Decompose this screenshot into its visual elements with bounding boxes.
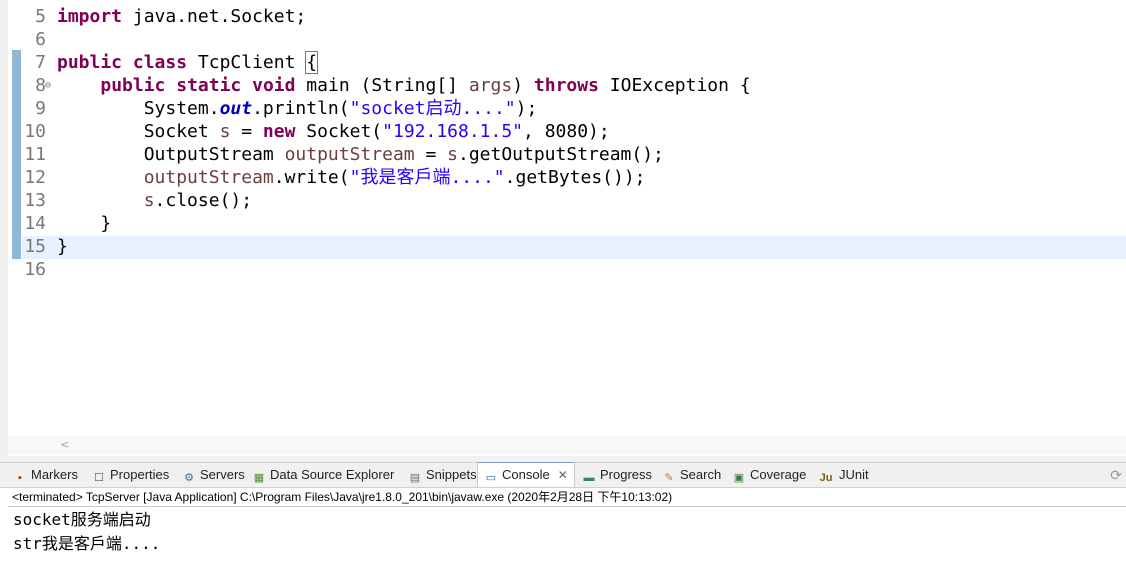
console-divider (8, 506, 1126, 507)
console-process-description: <terminated> TcpServer [Java Application… (12, 490, 673, 504)
line-number: 12 (24, 167, 46, 188)
tab-label: Markers (31, 467, 78, 482)
line-number: 7 (35, 52, 46, 73)
progress-icon: ▬ (583, 472, 595, 484)
code-text: outputStream.write("我是客戶端....".getBytes(… (143, 167, 646, 188)
snippets-icon: ▤ (409, 472, 421, 484)
tab-label: Data Source Explorer (270, 467, 395, 482)
code-line[interactable]: 7 public class TcpClient { (0, 51, 1126, 74)
code-line[interactable]: 12 outputStream.write("我是客戶端....".getByt… (0, 166, 1126, 189)
line-number: 6 (35, 29, 46, 50)
tab-label: Console (502, 467, 550, 482)
code-line[interactable]: 8 ⊖ public static void main (String[] arg… (0, 74, 1126, 97)
tab-servers[interactable]: ⚙ Servers (182, 463, 245, 487)
properties-icon: ☐ (94, 472, 104, 484)
console-output-line: str我是客戶端.... (13, 534, 161, 553)
tab-label: JUnit (839, 467, 869, 482)
console-view[interactable]: <terminated> TcpServer [Java Application… (0, 487, 1126, 588)
tab-label: Search (680, 467, 722, 482)
servers-icon: ⚙ (184, 472, 194, 484)
line-number: 10 (24, 121, 46, 142)
code-text: s.close(); (143, 190, 253, 211)
code-text: public class TcpClient { (57, 51, 319, 74)
data-source-icon: ▦ (253, 472, 265, 484)
console-output-line: socket服务端启动 (13, 510, 151, 529)
line-number: 13 (24, 190, 46, 211)
junit-icon: Ju (819, 472, 833, 484)
console-icon: ▭ (485, 472, 497, 484)
search-icon: ✎ (664, 472, 674, 484)
code-text: } (57, 213, 112, 234)
line-number: 16 (24, 259, 46, 280)
tab-console[interactable]: ▭ Console ✕ (477, 462, 575, 488)
code-text: OutputStream outputStream = s.getOutputS… (57, 144, 664, 165)
tab-properties[interactable]: ☐ Properties (92, 463, 169, 487)
markers-icon: ▪ (18, 472, 22, 484)
tab-label: Snippets (426, 467, 477, 482)
scroll-left-arrow-icon[interactable]: < (60, 436, 69, 454)
code-text: } (57, 236, 68, 257)
line-number: 8 (35, 75, 46, 96)
code-text: public static void main (String[] args) … (100, 75, 751, 96)
coverage-icon: ▣ (733, 472, 745, 484)
tab-label: Coverage (750, 467, 807, 482)
code-text: import java.net.Socket; (57, 6, 307, 27)
tab-label: Properties (110, 467, 170, 482)
tab-search[interactable]: ✎ Search (662, 463, 721, 487)
tab-progress[interactable]: ▬ Progress (582, 463, 653, 487)
code-line[interactable]: 5 import java.net.Socket; (0, 5, 1126, 28)
line-number: 9 (35, 98, 46, 119)
horizontal-scrollbar[interactable]: < (8, 436, 1126, 454)
code-line[interactable]: 15} (0, 235, 1126, 258)
tab-coverage[interactable]: ▣ Coverage (732, 463, 807, 487)
line-number: 11 (24, 144, 46, 165)
tab-label: Progress (600, 467, 653, 482)
code-line[interactable]: 11 OutputStream outputStream = s.getOutp… (0, 143, 1126, 166)
bottom-panel-tabbar: ▪ Markers ☐ Properties ⚙ Servers ▦ Data Source … (0, 462, 1126, 488)
sync-icon[interactable]: ⟳ (1110, 467, 1122, 483)
tab-snippets[interactable]: ▤ Snippets (408, 463, 477, 487)
code-line[interactable]: 13 s.close(); (0, 189, 1126, 212)
code-text: Socket s = new Socket("192.168.1.5", 808… (57, 121, 610, 142)
line-number: 14 (24, 213, 46, 234)
code-line[interactable]: 16 (0, 258, 1126, 281)
line-number: 15 (24, 236, 46, 257)
tab-data-source-explorer[interactable]: ▦ Data Source Explorer (252, 463, 394, 487)
tab-label: Servers (200, 467, 245, 482)
code-text: System.out.println("socket启动...."); (57, 98, 538, 119)
fold-collapse-icon[interactable]: ⊖ (45, 74, 51, 97)
tab-markers[interactable]: ▪ Markers (13, 463, 78, 487)
code-editor[interactable]: 5 import java.net.Socket; 6 7 public class T… (0, 0, 1126, 456)
tab-junit[interactable]: Ju JUnit (817, 463, 869, 487)
code-line[interactable]: 6 (0, 28, 1126, 51)
code-line[interactable]: 10 Socket s = new Socket("192.168.1.5", … (0, 120, 1126, 143)
close-icon[interactable]: ✕ (558, 468, 568, 482)
code-line[interactable]: 14 } (0, 212, 1126, 235)
code-line[interactable]: 9 System.out.println("socket启动...."); (0, 97, 1126, 120)
line-number: 5 (35, 6, 46, 27)
